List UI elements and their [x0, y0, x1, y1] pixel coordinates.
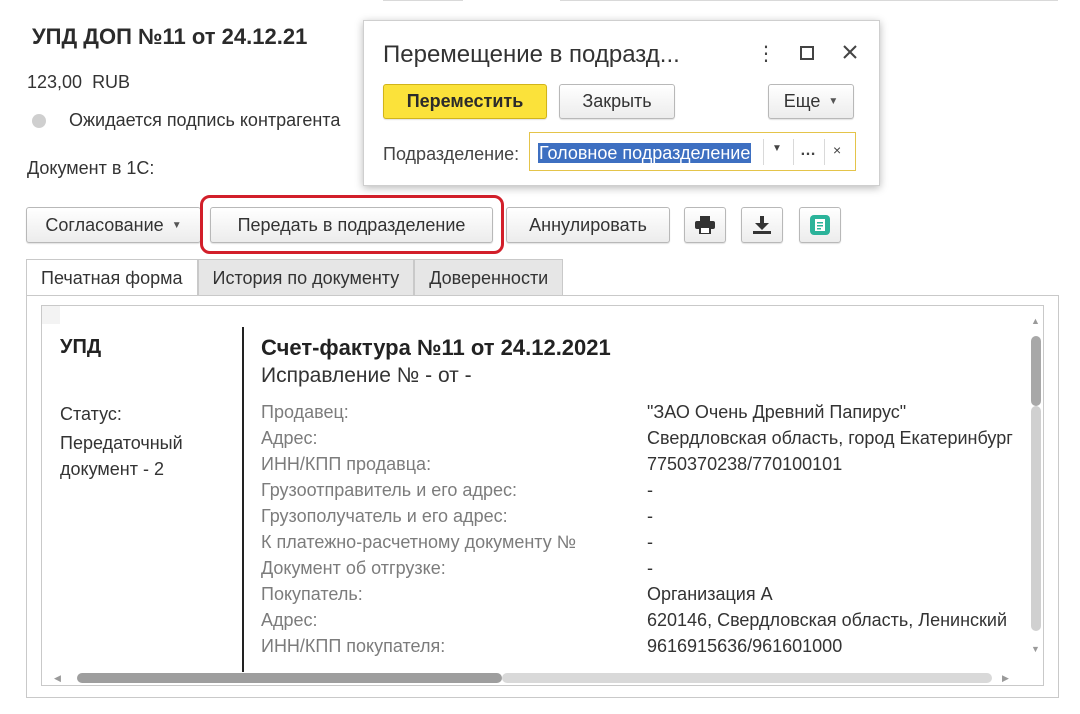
signature-status: Ожидается подпись контрагента	[32, 110, 340, 131]
highlight-frame	[200, 195, 504, 254]
divider	[242, 327, 244, 672]
chevron-down-icon: ▼	[171, 219, 182, 231]
vertical-scroll-thumb[interactable]	[1031, 336, 1041, 406]
horizontal-scroll-thumb[interactable]	[77, 673, 502, 683]
signature-status-text: Ожидается подпись контрагента	[69, 110, 341, 130]
amount-currency: RUB	[92, 72, 131, 92]
tab-document-history[interactable]: История по документу	[197, 259, 415, 296]
approval-button[interactable]: Согласование ▼	[26, 207, 201, 243]
more-button[interactable]: Еще ▼	[768, 84, 854, 119]
more-vert-icon[interactable]: ⋮	[756, 41, 776, 66]
more-button-label: Еще	[783, 91, 821, 111]
close-button[interactable]: Закрыть	[559, 84, 675, 119]
department-field-label: Подразделение:	[383, 144, 520, 164]
document-title: УПД ДОП №11 от 24.12.21	[32, 24, 308, 49]
invoice-title: Счет-фактура №11 от 24.12.2021	[261, 335, 611, 360]
dropdown-arrow-icon[interactable]: ▼	[772, 143, 782, 154]
department-field-value[interactable]: Головное подразделение	[538, 143, 752, 163]
move-button[interactable]: Переместить	[383, 84, 547, 119]
scroll-up-icon[interactable]: ▲	[1031, 316, 1040, 326]
dialog-title: Перемещение в подразд...	[383, 41, 680, 68]
maximize-icon[interactable]	[800, 43, 814, 66]
status-dot-icon	[32, 113, 46, 128]
download-button[interactable]	[741, 207, 783, 243]
amount-value: 123,00	[27, 72, 83, 92]
horizontal-scrollbar[interactable]: ◀ ▶	[42, 669, 1027, 685]
invoice-correction: Исправление № - от -	[261, 364, 472, 387]
scroll-right-icon[interactable]: ▶	[1002, 673, 1009, 684]
print-form-panel: УПД Статус: Передаточный документ - 2 Сч…	[26, 295, 1059, 698]
download-icon	[753, 216, 771, 234]
scroll-down-icon[interactable]: ▼	[1031, 644, 1040, 654]
print-status-value: Передаточный документ - 2	[60, 433, 183, 479]
tab-powers-of-attorney[interactable]: Доверенности	[414, 259, 564, 296]
tab-print-form[interactable]: Печатная форма	[26, 259, 198, 297]
approval-button-label: Согласование	[45, 214, 164, 235]
doc-type-label: УПД	[60, 336, 102, 358]
chevron-down-icon: ▼	[828, 96, 839, 107]
document-action-button[interactable]	[799, 207, 841, 243]
doc-in-1c-label: Документ в 1С:	[27, 158, 155, 178]
ellipsis-icon[interactable]: …	[800, 142, 816, 160]
document-amount: 123,00 RUB	[27, 72, 130, 93]
close-icon[interactable]	[842, 43, 858, 66]
department-field[interactable]: Головное подразделение ▼ … ×	[529, 132, 856, 171]
document-tabs: Печатная форма История по документу Дове…	[26, 259, 564, 297]
printer-icon	[695, 216, 715, 234]
document-icon	[810, 215, 830, 235]
print-form-viewer[interactable]: УПД Статус: Передаточный документ - 2 Сч…	[41, 305, 1044, 686]
scroll-left-icon[interactable]: ◀	[54, 673, 61, 684]
annul-button[interactable]: Аннулировать	[506, 207, 670, 243]
clear-icon[interactable]: ×	[833, 142, 841, 158]
print-button[interactable]	[684, 207, 726, 243]
print-status-label: Статус:	[60, 404, 122, 424]
vertical-scrollbar[interactable]: ▲ ▼	[1027, 306, 1043, 685]
move-to-department-dialog: Перемещение в подразд... ⋮ Переместить З…	[363, 20, 880, 186]
